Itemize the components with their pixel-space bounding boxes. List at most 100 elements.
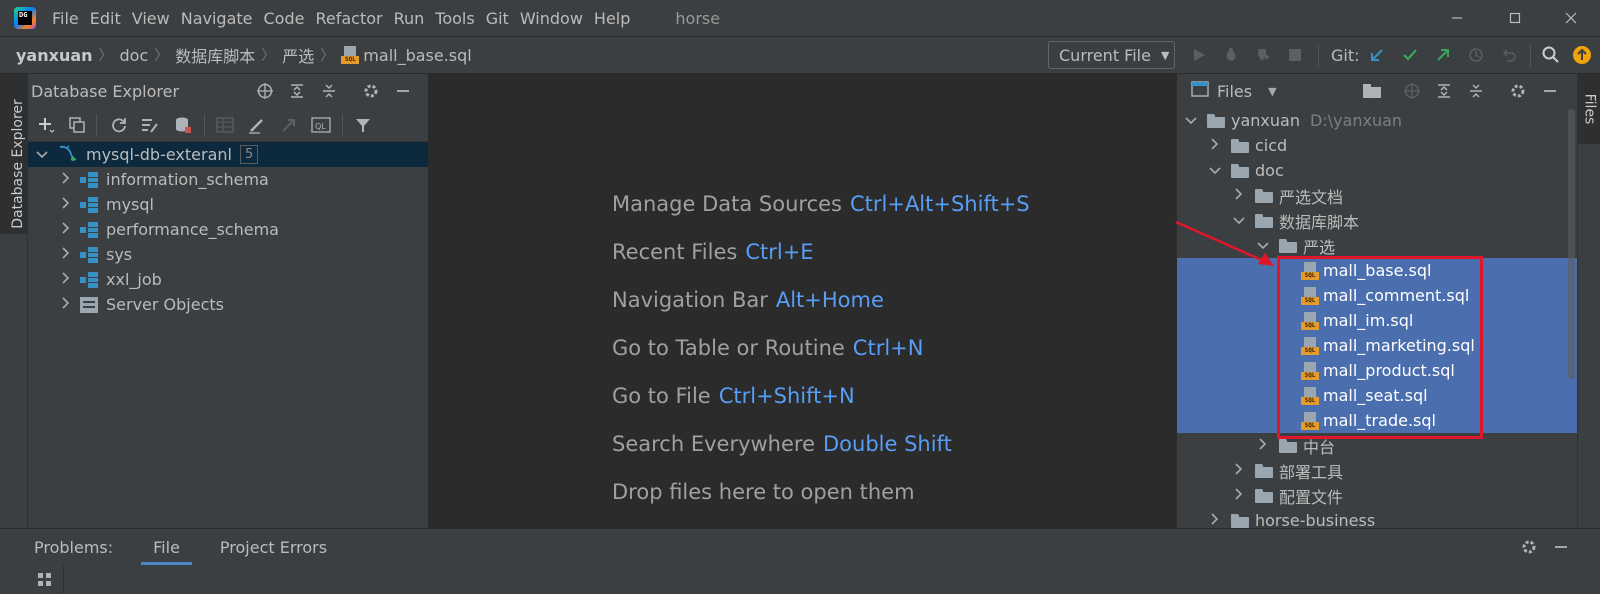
hint-shortcut[interactable]: Double Shift — [823, 432, 952, 456]
hide-panel-icon[interactable] — [1550, 536, 1572, 558]
hint-shortcut[interactable]: Ctrl+Alt+Shift+S — [850, 192, 1030, 216]
menu-refactor[interactable]: Refactor — [315, 9, 382, 28]
schema-node[interactable]: sys — [28, 242, 428, 267]
hint-shortcut[interactable]: Ctrl+N — [853, 336, 924, 360]
hint-go-to-file: Go to File Ctrl+Shift+N — [612, 384, 855, 408]
hint-recent-files: Recent Files Ctrl+E — [612, 240, 814, 264]
menu-help[interactable]: Help — [594, 9, 630, 28]
menu-file[interactable]: File — [52, 9, 79, 28]
copy-icon[interactable] — [66, 114, 88, 136]
server-objects-node[interactable]: Server Objects — [28, 292, 428, 317]
tab-project-errors[interactable]: Project Errors — [220, 529, 327, 565]
chevron-down-icon — [1183, 114, 1199, 128]
schema-node[interactable]: performance_schema — [28, 217, 428, 242]
server-objects-label: Server Objects — [106, 295, 224, 314]
hint-drop-files: Drop files here to open them — [612, 480, 915, 504]
schema-icon — [80, 196, 98, 213]
datasource-properties-icon[interactable] — [172, 114, 194, 136]
tree-root-node[interactable]: yanxuan D:\yanxuan — [1177, 108, 1577, 133]
chevron-down-icon — [34, 148, 50, 162]
menu-git[interactable]: Git — [486, 9, 509, 28]
query-console-icon[interactable]: QL — [310, 114, 332, 136]
coverage-icon[interactable] — [1252, 44, 1274, 66]
breadcrumb-item[interactable]: 严选 — [282, 43, 314, 67]
menu-tools[interactable]: Tools — [435, 9, 474, 28]
table-view-icon[interactable] — [214, 114, 236, 136]
jump-to-source-icon[interactable] — [278, 114, 300, 136]
breadcrumb-item[interactable]: doc — [120, 46, 149, 65]
run-icon[interactable] — [1188, 44, 1210, 66]
git-commit-icon[interactable] — [1399, 44, 1421, 66]
gear-icon[interactable] — [1518, 536, 1540, 558]
edit-icon[interactable] — [246, 114, 268, 136]
hint-shortcut[interactable]: Ctrl+Shift+N — [719, 384, 855, 408]
folder-label: 数据库脚本 — [1279, 212, 1360, 232]
schema-label: information_schema — [106, 170, 269, 189]
hint-search-everywhere: Search Everywhere Double Shift — [612, 432, 952, 456]
chevron-right-icon — [1207, 138, 1223, 153]
files-tool-tab[interactable]: Files — [1578, 74, 1600, 144]
rollback-icon[interactable] — [1498, 44, 1520, 66]
schema-node[interactable]: information_schema — [28, 167, 428, 192]
menu-code[interactable]: Code — [264, 9, 305, 28]
folder-node[interactable]: cicd — [1177, 133, 1577, 158]
hide-panel-icon[interactable] — [1539, 80, 1561, 102]
search-icon[interactable] — [1540, 44, 1562, 66]
hint-label: Navigation Bar — [612, 288, 768, 312]
schema-label: performance_schema — [106, 220, 279, 239]
refresh-icon[interactable] — [108, 114, 130, 136]
collapse-all-icon[interactable] — [318, 80, 340, 102]
folder-icon — [1231, 138, 1249, 153]
git-update-icon[interactable] — [1366, 44, 1388, 66]
breadcrumb-item[interactable]: yanxuan — [16, 46, 93, 65]
problems-side-toolbar — [0, 565, 64, 594]
folder-node[interactable]: horse-business — [1177, 508, 1577, 528]
expand-all-icon[interactable] — [1433, 80, 1455, 102]
maximize-icon[interactable] — [1486, 0, 1544, 36]
run-configuration-select[interactable]: Current File ▼ — [1048, 41, 1175, 69]
database-explorer-tool-tab[interactable]: Database Explorer — [0, 74, 28, 234]
menu-navigate[interactable]: Navigate — [181, 9, 253, 28]
stop-icon[interactable] — [1284, 44, 1306, 66]
tab-file[interactable]: File — [141, 529, 192, 565]
hide-panel-icon[interactable] — [392, 80, 414, 102]
history-icon[interactable] — [1465, 44, 1487, 66]
close-icon[interactable] — [1542, 0, 1600, 36]
breadcrumb-item-file[interactable]: SQL mall_base.sql — [341, 46, 472, 65]
schema-node[interactable]: xxl_job — [28, 267, 428, 292]
breadcrumb-item[interactable]: 数据库脚本 — [175, 43, 255, 67]
debug-icon[interactable] — [1220, 44, 1242, 66]
folder-icon — [1255, 463, 1273, 478]
annotation-highlight-box — [1277, 256, 1483, 439]
git-push-icon[interactable] — [1432, 44, 1454, 66]
menu-edit[interactable]: Edit — [90, 9, 121, 28]
schema-node[interactable]: mysql — [28, 192, 428, 217]
vertical-scrollbar[interactable] — [1568, 109, 1575, 379]
open-folder-icon[interactable] — [1361, 80, 1383, 102]
folder-icon — [1231, 163, 1249, 178]
schema-settings-icon[interactable] — [139, 114, 161, 136]
folder-node[interactable]: doc — [1177, 158, 1577, 183]
gear-icon[interactable] — [1507, 80, 1529, 102]
gear-icon[interactable] — [360, 80, 382, 102]
locate-icon[interactable] — [1401, 80, 1423, 102]
locate-icon[interactable] — [254, 80, 276, 102]
filter-icon[interactable] — [352, 114, 374, 136]
collapse-all-icon[interactable] — [1465, 80, 1487, 102]
folder-node[interactable]: 部署工具 — [1177, 458, 1577, 483]
folder-node[interactable]: 严选文档 — [1177, 183, 1577, 208]
expand-all-icon[interactable] — [286, 80, 308, 102]
folder-node[interactable]: 配置文件 — [1177, 483, 1577, 508]
menu-run[interactable]: Run — [394, 9, 425, 28]
hint-shortcut[interactable]: Ctrl+E — [745, 240, 813, 264]
menu-view[interactable]: View — [132, 9, 170, 28]
folder-label: 配置文件 — [1279, 487, 1344, 507]
update-available-icon[interactable] — [1571, 44, 1593, 66]
group-by-icon[interactable] — [34, 569, 56, 591]
dropdown-arrow-icon[interactable]: ▼ — [1268, 85, 1276, 98]
add-icon[interactable] — [35, 114, 57, 136]
hint-shortcut[interactable]: Alt+Home — [776, 288, 884, 312]
datasource-node[interactable]: mysql-db-exteranl 5 — [28, 142, 428, 167]
menu-window[interactable]: Window — [520, 9, 583, 28]
minimize-icon[interactable] — [1428, 0, 1486, 36]
